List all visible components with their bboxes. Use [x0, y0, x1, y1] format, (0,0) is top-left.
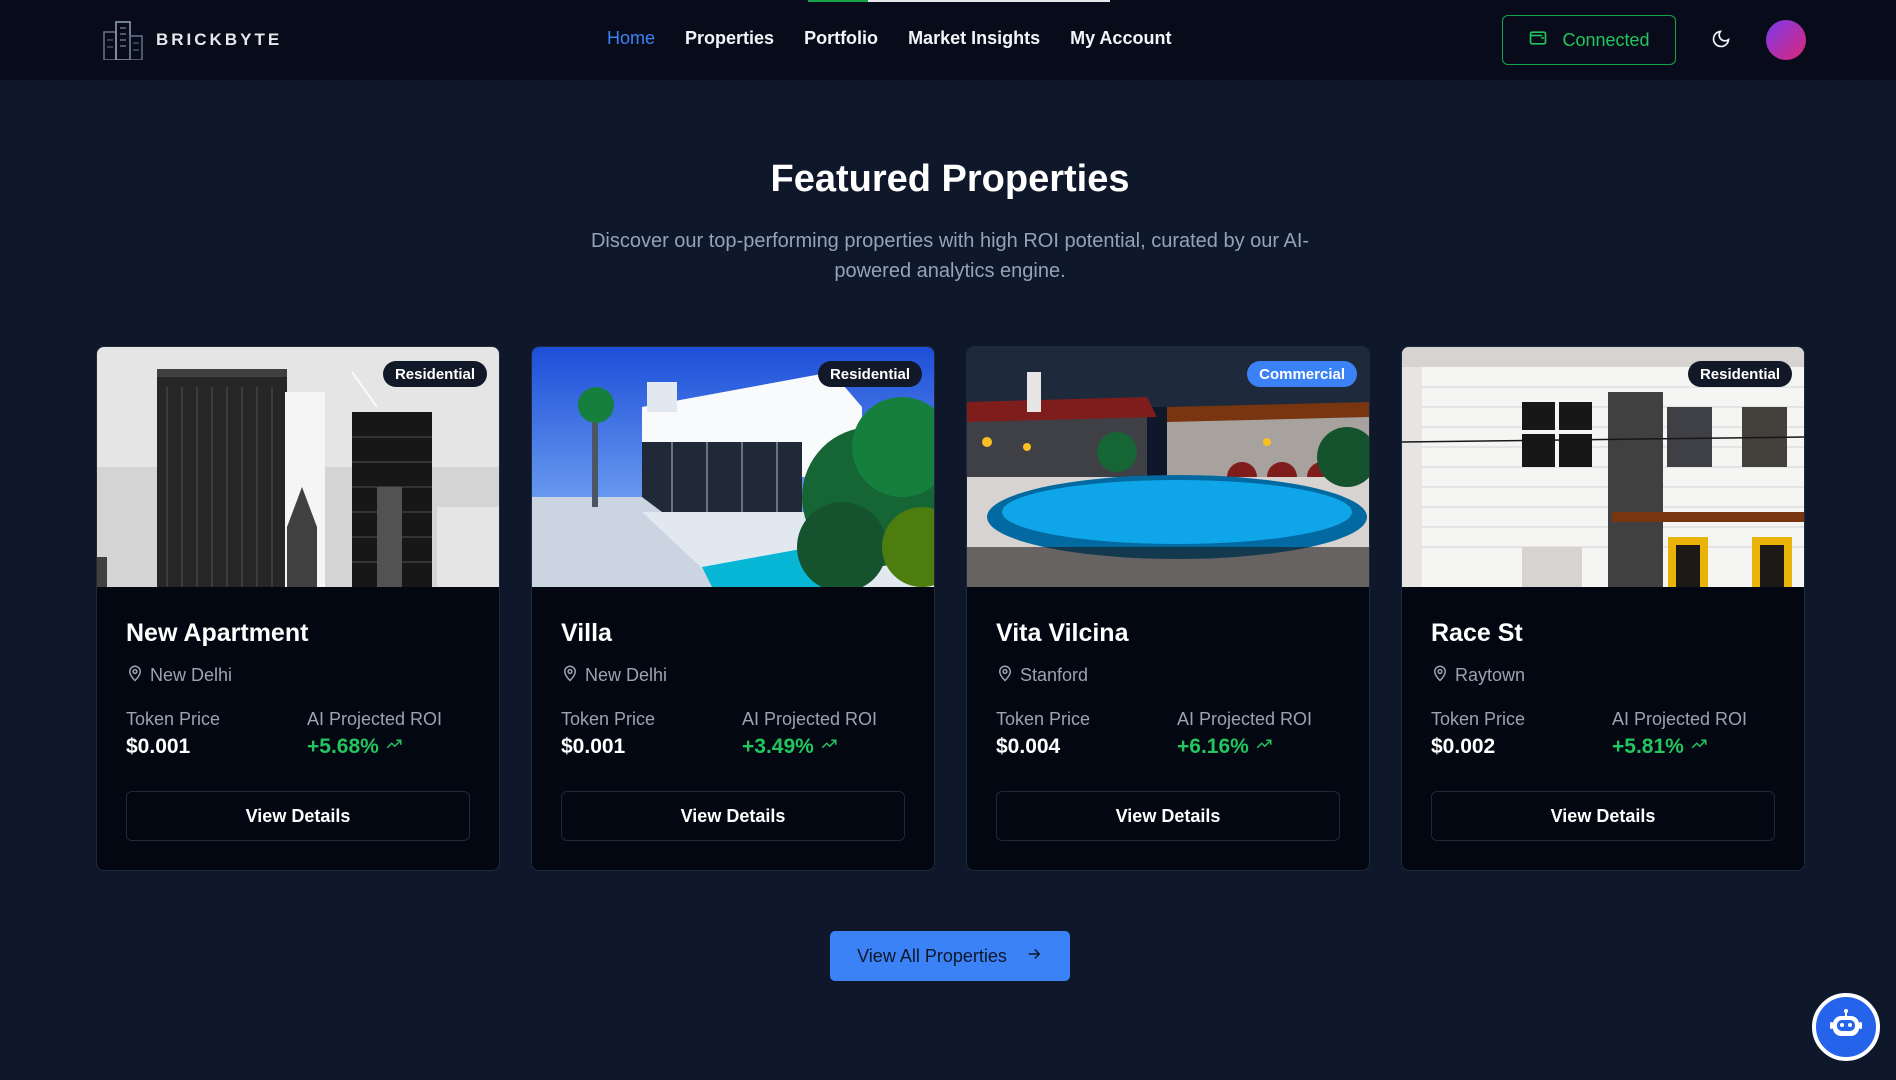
token-price-label: Token Price: [996, 709, 1091, 729]
category-badge: Residential: [382, 361, 487, 387]
property-card: Residential New Apartment New Delhi Toke…: [96, 346, 500, 871]
location-text: Raytown: [1455, 665, 1526, 685]
roi-label: AI Projected ROI: [307, 709, 443, 729]
roi-value: +3.49%: [742, 735, 838, 759]
roi-label: AI Projected ROI: [1177, 709, 1313, 729]
building-logo-icon: [102, 20, 146, 61]
roi-value: +5.81%: [1612, 735, 1708, 759]
brand-logo[interactable]: BRICKBYTE: [102, 20, 283, 61]
location-text: New Delhi: [585, 665, 668, 685]
property-card: Residential Villa New Delhi Token Price …: [531, 346, 935, 871]
roi-label: AI Projected ROI: [742, 709, 878, 729]
nav-link-my-account[interactable]: My Account: [1070, 28, 1171, 49]
view-details-button[interactable]: View Details: [1431, 791, 1775, 841]
view-all-properties-button[interactable]: View All Properties: [830, 931, 1070, 981]
top-navbar: BRICKBYTE Home Properties Portfolio Mark…: [0, 0, 1896, 80]
roi-text: +5.68%: [307, 735, 379, 758]
property-title: Villa: [561, 619, 612, 647]
roi-value: +5.68%: [307, 735, 403, 759]
nav-link-market-insights[interactable]: Market Insights: [908, 28, 1040, 49]
wallet-status-label: Connected: [1562, 29, 1650, 50]
page-load-progress: [808, 0, 1110, 2]
property-image: Commercial: [967, 347, 1369, 587]
property-location: Stanford: [996, 664, 1088, 687]
robot-icon: [1828, 1007, 1864, 1048]
token-price-value: $0.004: [996, 735, 1061, 758]
theme-toggle-button[interactable]: [1706, 26, 1736, 56]
location-text: New Delhi: [150, 665, 233, 685]
token-price-label: Token Price: [126, 709, 221, 729]
user-avatar[interactable]: [1766, 20, 1806, 60]
map-pin-icon: [561, 664, 579, 687]
token-price-label: Token Price: [561, 709, 656, 729]
property-card: Commercial Vita Vilcina Stanford Token P…: [966, 346, 1370, 871]
property-image: Residential: [1402, 347, 1804, 587]
nav-link-portfolio[interactable]: Portfolio: [804, 28, 878, 49]
roi-text: +3.49%: [742, 735, 814, 758]
map-pin-icon: [996, 664, 1014, 687]
wallet-icon: [1528, 28, 1548, 53]
brand-name: BRICKBYTE: [156, 30, 283, 49]
roi-text: +5.81%: [1612, 735, 1684, 758]
section-title: Featured Properties: [770, 158, 1130, 200]
property-location: Raytown: [1431, 664, 1525, 687]
token-price-value: $0.001: [126, 735, 191, 758]
section-subtitle: Discover our top-performing properties w…: [590, 230, 1310, 282]
property-title: Vita Vilcina: [996, 619, 1129, 647]
trending-up-icon: [1255, 735, 1273, 759]
view-details-button[interactable]: View Details: [561, 791, 905, 841]
property-image: Residential: [97, 347, 499, 587]
main-nav: Home Properties Portfolio Market Insight…: [607, 28, 1201, 49]
property-image: Residential: [532, 347, 934, 587]
nav-link-home[interactable]: Home: [607, 28, 655, 49]
nav-link-properties[interactable]: Properties: [685, 28, 774, 49]
location-text: Stanford: [1020, 665, 1089, 685]
arrow-right-icon: [1025, 945, 1043, 968]
map-pin-icon: [1431, 664, 1449, 687]
category-badge: Residential: [817, 361, 922, 387]
view-details-button[interactable]: View Details: [126, 791, 470, 841]
view-all-label: View All Properties: [857, 945, 1007, 966]
token-price-label: Token Price: [1431, 709, 1526, 729]
wallet-connected-button[interactable]: Connected: [1502, 15, 1676, 65]
roi-value: +6.16%: [1177, 735, 1273, 759]
token-price-value: $0.002: [1431, 735, 1496, 758]
moon-icon: [1711, 29, 1731, 54]
property-title: Race St: [1431, 619, 1523, 647]
property-card: Residential Race St Raytown Token Price …: [1401, 346, 1805, 871]
trending-up-icon: [820, 735, 838, 759]
trending-up-icon: [385, 735, 403, 759]
ai-assistant-button[interactable]: [1812, 993, 1880, 1061]
category-badge: Commercial: [1247, 361, 1357, 387]
roi-label: AI Projected ROI: [1612, 709, 1748, 729]
map-pin-icon: [126, 664, 144, 687]
roi-text: +6.16%: [1177, 735, 1249, 758]
token-price-value: $0.001: [561, 735, 626, 758]
property-title: New Apartment: [126, 619, 309, 647]
property-location: New Delhi: [561, 664, 667, 687]
property-location: New Delhi: [126, 664, 232, 687]
view-details-button[interactable]: View Details: [996, 791, 1340, 841]
category-badge: Residential: [1687, 361, 1792, 387]
trending-up-icon: [1690, 735, 1708, 759]
